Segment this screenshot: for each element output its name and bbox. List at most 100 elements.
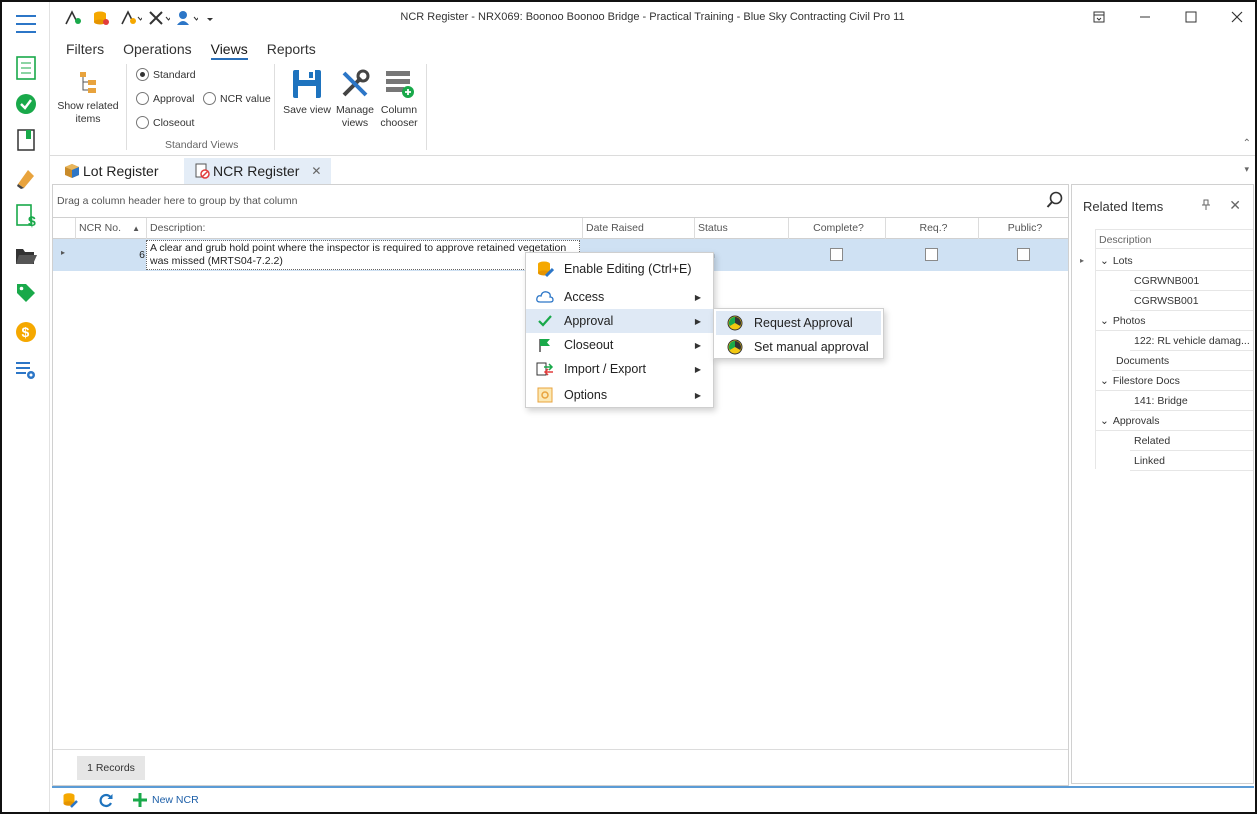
tree-header-description: Description xyxy=(1096,229,1253,249)
menu-item-options[interactable]: Options ▶ xyxy=(526,383,713,407)
chevron-down-icon[interactable]: ⌄ xyxy=(1096,375,1113,387)
radio-approval-mark xyxy=(136,92,149,105)
complete-checkbox[interactable] xyxy=(830,248,843,261)
eraser-icon[interactable] xyxy=(12,164,40,192)
description-cell[interactable]: A clear and grub hold point where the in… xyxy=(146,240,580,270)
col-complete[interactable]: Complete? xyxy=(788,218,885,239)
col-description[interactable]: Description: xyxy=(146,218,582,239)
related-items-title: Related Items xyxy=(1083,199,1164,214)
check-circle-icon[interactable] xyxy=(12,90,40,118)
app-rail: $ $ xyxy=(2,2,50,812)
tree-row-indicator-icon: ▸ xyxy=(1080,256,1085,265)
col-status[interactable]: Status xyxy=(694,218,788,239)
radio-closeout-mark xyxy=(136,116,149,129)
dollar-coin-icon[interactable]: $ xyxy=(12,318,40,346)
tree-node-filestore-docs[interactable]: ⌄ Filestore Docs xyxy=(1096,371,1253,391)
req-checkbox[interactable] xyxy=(925,248,938,261)
chevron-down-icon[interactable]: ⌄ xyxy=(1096,415,1113,427)
tab-ncr-register[interactable]: NCR Register ✕ xyxy=(184,158,332,184)
chevron-down-icon[interactable]: ⌄ xyxy=(1096,255,1113,267)
checklist-icon[interactable] xyxy=(12,54,40,82)
close-icon[interactable] xyxy=(1227,8,1247,26)
manage-views-button[interactable]: Manage views xyxy=(334,68,376,130)
tab-filters[interactable]: Filters xyxy=(64,41,121,59)
records-count: 1 Records xyxy=(77,756,145,780)
hamburger-menu-icon[interactable] xyxy=(12,10,40,38)
tab-lot-register-label: Lot Register xyxy=(83,163,159,179)
ribbon-separator xyxy=(426,64,427,150)
new-ncr-button[interactable]: New NCR xyxy=(132,792,199,808)
col-ncr-no[interactable]: NCR No. ▲ xyxy=(75,218,146,239)
ribbon-display-icon[interactable] xyxy=(1089,8,1109,26)
group-by-hint[interactable]: Drag a column header here to group by th… xyxy=(57,195,297,207)
tree-node-approvals-linked[interactable]: Linked xyxy=(1130,451,1253,471)
col-date-raised[interactable]: Date Raised xyxy=(582,218,694,239)
description-line-2: was missed (MRTS04-7.2.2) xyxy=(150,255,283,267)
close-panel-icon[interactable]: ✕ xyxy=(1229,197,1241,214)
tree-node-lots[interactable]: ⌄ Lots xyxy=(1096,251,1253,271)
tree-node-photo[interactable]: 122: RL vehicle damag... xyxy=(1130,331,1253,351)
tree-node-documents[interactable]: Documents xyxy=(1112,351,1253,371)
minimize-icon[interactable] xyxy=(1135,8,1155,26)
ribbon-tabs: Filters Operations Views Reports xyxy=(64,41,333,60)
show-related-items-button[interactable]: Show related items xyxy=(54,70,122,126)
invoice-dollar-icon[interactable]: $ xyxy=(12,202,40,230)
radio-ncr-value[interactable]: NCR value xyxy=(203,92,271,105)
save-view-label: Save view xyxy=(283,104,331,116)
tab-reports[interactable]: Reports xyxy=(265,41,333,59)
flag-icon xyxy=(526,337,564,353)
show-related-label: Show related items xyxy=(57,100,119,125)
related-items-panel: Related Items ✕ Description ▸ ⌄ Lots CGRW… xyxy=(1071,184,1254,784)
context-menu: Enable Editing (Ctrl+E) Access ▶ Approval… xyxy=(525,252,714,408)
menu-item-closeout[interactable]: Closeout ▶ xyxy=(526,333,713,357)
window-title: NCR Register - NRX069: Boonoo Boonoo Bri… xyxy=(400,11,905,23)
refresh-icon[interactable] xyxy=(98,792,114,808)
tab-lot-register[interactable]: Lot Register xyxy=(54,158,168,184)
tree-node-approvals[interactable]: ⌄ Approvals xyxy=(1096,411,1253,431)
submenu-arrow-icon: ▶ xyxy=(694,390,701,400)
submenu-arrow-icon: ▶ xyxy=(694,364,701,374)
radio-standard[interactable]: Standard xyxy=(136,68,196,81)
tree-node-photos[interactable]: ⌄ Photos xyxy=(1096,311,1253,331)
maximize-icon[interactable] xyxy=(1181,8,1201,26)
plus-icon xyxy=(133,793,147,807)
tree-node-lot[interactable]: CGRWSB001 xyxy=(1130,291,1253,311)
menu-item-import-export[interactable]: Import / Export ▶ xyxy=(526,357,713,381)
ribbon-separator xyxy=(126,64,127,150)
options-icon xyxy=(526,387,564,403)
pin-icon[interactable] xyxy=(1201,199,1211,214)
folder-open-icon[interactable] xyxy=(12,242,40,270)
edit-database-icon[interactable] xyxy=(62,792,78,808)
menu-item-request-approval[interactable]: Request Approval xyxy=(716,311,881,335)
radio-closeout[interactable]: Closeout xyxy=(136,116,194,129)
expand-row-icon[interactable]: ▸ xyxy=(61,248,65,262)
chevron-down-icon[interactable]: ⌄ xyxy=(1096,315,1113,327)
window-controls xyxy=(1089,8,1247,26)
save-view-button[interactable]: Save view xyxy=(280,68,334,117)
menu-item-enable-editing[interactable]: Enable Editing (Ctrl+E) xyxy=(526,257,713,281)
col-req[interactable]: Req.? xyxy=(885,218,978,239)
menu-item-set-manual-approval[interactable]: Set manual approval xyxy=(716,335,881,359)
public-checkbox[interactable] xyxy=(1017,248,1030,261)
checkmark-icon xyxy=(526,314,564,328)
close-tab-icon[interactable]: ✕ xyxy=(311,164,321,178)
tree-node-filestore-doc[interactable]: 141: Bridge xyxy=(1130,391,1253,411)
collapse-ribbon-icon[interactable]: ⌃ xyxy=(1243,138,1251,149)
table-settings-icon[interactable] xyxy=(12,356,40,384)
book-icon[interactable] xyxy=(12,126,40,154)
column-chooser-icon xyxy=(386,71,414,98)
menu-item-approval[interactable]: Approval ▶ xyxy=(526,309,713,333)
title-bar: NCR Register - NRX069: Boonoo Boonoo Bri… xyxy=(50,2,1255,34)
col-public[interactable]: Public? xyxy=(978,218,1068,239)
tree-node-approvals-related[interactable]: Related xyxy=(1130,431,1253,451)
search-icon[interactable] xyxy=(1046,191,1064,212)
radio-approval[interactable]: Approval xyxy=(136,92,194,105)
tab-operations[interactable]: Operations xyxy=(121,41,208,59)
column-chooser-button[interactable]: Column chooser xyxy=(376,68,422,130)
menu-item-access[interactable]: Access ▶ xyxy=(526,285,713,309)
tag-icon[interactable] xyxy=(12,279,40,307)
tabs-dropdown-icon[interactable]: ▾ xyxy=(1244,164,1249,175)
tab-views[interactable]: Views xyxy=(209,41,265,60)
ncr-no-cell: 6 xyxy=(139,249,145,261)
tree-node-lot[interactable]: CGRWNB001 xyxy=(1130,271,1253,291)
